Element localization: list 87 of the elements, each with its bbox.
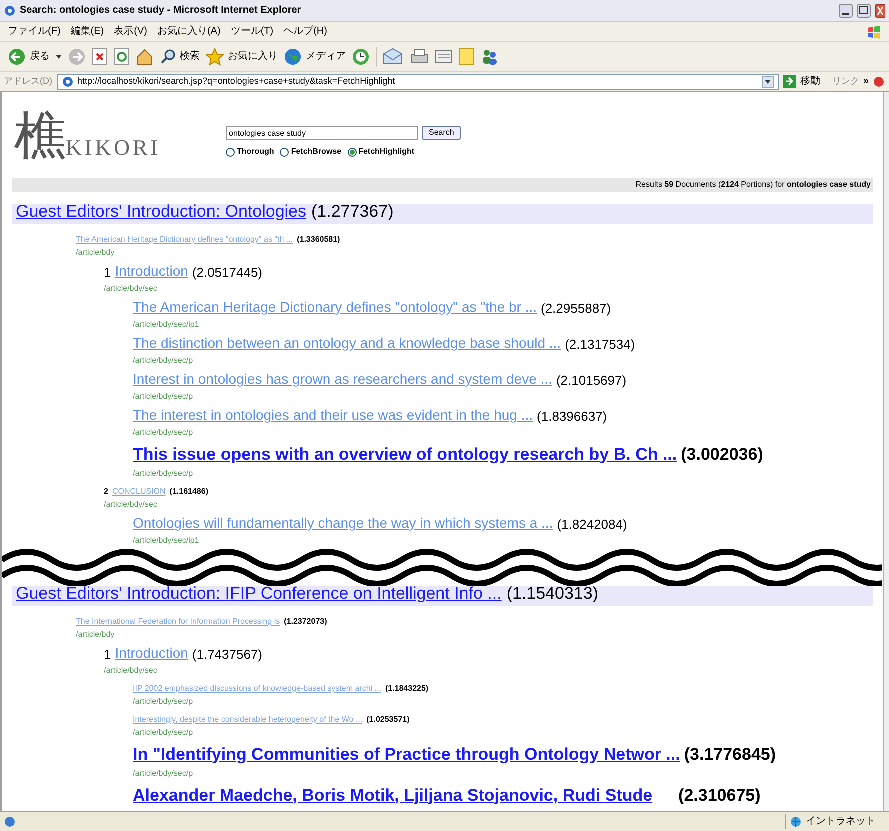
menu-item[interactable]: 表示(V) bbox=[114, 24, 148, 39]
search-icon bbox=[160, 48, 176, 64]
menu-item[interactable]: お気に入り(A) bbox=[157, 24, 221, 39]
relevance-score: (2.1015697) bbox=[556, 372, 627, 390]
relevance-score: (3.002036) bbox=[681, 444, 764, 466]
element-path: /article/bdy/sec bbox=[104, 665, 158, 677]
search-button[interactable]: 検索 bbox=[160, 48, 200, 64]
element-path: /article/bdy/sec/p bbox=[133, 768, 194, 780]
relevance-score: (1.1540313) bbox=[506, 582, 598, 604]
more-links-button[interactable]: » bbox=[863, 74, 869, 89]
relevance-score: (1.7437567) bbox=[192, 646, 263, 664]
relevance-score: (1.8242084) bbox=[557, 516, 628, 534]
star-icon bbox=[206, 48, 224, 66]
printer-icon[interactable] bbox=[411, 48, 429, 66]
logo-mark: 樵 bbox=[14, 110, 66, 166]
menu-item[interactable]: ツール(T) bbox=[230, 24, 274, 39]
relevance-score: (1.2372073) bbox=[284, 616, 328, 628]
element-path: /article/bdy/sec/ip1 bbox=[133, 319, 200, 331]
section-number: 1 bbox=[104, 646, 112, 664]
home-icon[interactable] bbox=[136, 48, 154, 66]
relevance-score: (2.310675) bbox=[678, 784, 761, 806]
relevance-score: (1.277367) bbox=[312, 200, 394, 222]
media-button[interactable]: メディア bbox=[284, 48, 346, 66]
mode-radio[interactable]: Thorough bbox=[226, 146, 274, 158]
result-link[interactable]: This issue opens with an overview of ontology research by B. Ch ... bbox=[133, 442, 678, 467]
result-link[interactable]: In "Identifying Communities of Practice through Ontology Networ ... bbox=[133, 742, 680, 767]
address-label: アドレス(D) bbox=[4, 74, 52, 88]
stop-icon[interactable] bbox=[92, 48, 108, 66]
element-path: /article/bdy/sec/p bbox=[133, 696, 194, 708]
address-field[interactable]: http://localhost/kikori/search.jsp?q=ontologies+case+study&task=FetchHighlight bbox=[56, 74, 780, 90]
history-icon[interactable] bbox=[352, 48, 370, 66]
relevance-score: (1.0253571) bbox=[366, 714, 410, 726]
maximize-icon[interactable] bbox=[857, 4, 871, 18]
search-field[interactable]: ontologies case study bbox=[226, 126, 418, 140]
links-label[interactable]: リンク bbox=[832, 74, 860, 88]
document-title-link[interactable]: Guest Editors' Introduction: Ontologies bbox=[16, 198, 307, 224]
relevance-score: (3.1776845) bbox=[684, 744, 776, 766]
edit-icon[interactable] bbox=[435, 48, 453, 66]
relevance-score: (2.2955887) bbox=[541, 300, 612, 318]
favorites-button[interactable]: お気に入り bbox=[206, 48, 278, 66]
refresh-icon[interactable] bbox=[114, 48, 130, 66]
search-button[interactable]: Search bbox=[422, 126, 462, 140]
relevance-score: (1.161486) bbox=[170, 486, 208, 498]
document-title-link[interactable]: Guest Editors' Introduction: IFIP Conference on Intelligent Info ... bbox=[16, 580, 502, 606]
mode-radio[interactable]: FetchHighlight bbox=[348, 146, 415, 158]
relevance-score: (1.8396637) bbox=[537, 408, 608, 426]
section-number: 2 bbox=[104, 486, 108, 498]
dropdown-arrow-icon[interactable] bbox=[56, 54, 62, 58]
window-title: Search: ontologies case study - Microsoft Internet Explorer bbox=[20, 4, 302, 18]
menu-item[interactable]: ヘルプ(H) bbox=[284, 24, 328, 39]
mail-icon[interactable] bbox=[383, 48, 405, 66]
logo-name: KIKORI bbox=[66, 134, 161, 162]
element-path: /article/bdy/sec/p bbox=[133, 391, 194, 403]
relevance-score: (2.0517445) bbox=[192, 264, 263, 282]
browser-icon bbox=[4, 4, 16, 16]
element-path: /article/bdy/sec/p bbox=[133, 468, 194, 480]
page-icon bbox=[62, 76, 74, 88]
page-icon bbox=[4, 816, 16, 828]
element-path: /article/bdy bbox=[76, 629, 116, 641]
scrollbar[interactable] bbox=[883, 92, 889, 811]
menu-item[interactable]: ファイル(F) bbox=[8, 24, 61, 39]
relevance-score: (1.3360581) bbox=[297, 234, 340, 246]
toolbar-addon-icon[interactable] bbox=[873, 76, 885, 88]
people-icon[interactable] bbox=[481, 48, 499, 66]
element-path: /article/bdy/sec/p bbox=[133, 355, 194, 367]
relevance-score: (1.1843225) bbox=[385, 683, 429, 695]
element-path: /article/bdy/sec/p bbox=[133, 427, 194, 439]
mode-radio[interactable]: FetchBrowse bbox=[280, 146, 342, 158]
results-summary: Results 59 Documents (2124 Portions) for ontologies case study bbox=[636, 180, 871, 189]
windows-flag-icon bbox=[867, 24, 881, 38]
element-path: /article/bdy/sec bbox=[104, 283, 158, 295]
close-icon[interactable] bbox=[875, 4, 885, 18]
go-arrow-icon bbox=[783, 75, 796, 88]
globe-icon bbox=[284, 48, 302, 66]
zone-label: イントラネット bbox=[806, 815, 876, 829]
menu-item[interactable]: 編集(E) bbox=[70, 24, 104, 39]
relevance-score: (2.1317534) bbox=[565, 336, 636, 354]
result-link[interactable]: Alexander Maedche, Boris Motik, Ljiljana Stojanovic, Rudi Stude bbox=[133, 782, 653, 808]
go-button[interactable]: 移動 bbox=[783, 74, 820, 89]
element-path: /article/bdy/sec bbox=[104, 499, 158, 511]
minimize-icon[interactable] bbox=[839, 4, 853, 18]
globe-icon bbox=[790, 816, 802, 828]
element-path: /article/bdy/sec/ip1 bbox=[133, 535, 200, 547]
element-path: /article/bdy bbox=[76, 247, 116, 259]
section-number: 1 bbox=[104, 264, 112, 282]
back-button[interactable]: 戻る bbox=[8, 48, 50, 66]
element-path: /article/bdy/sec/p bbox=[133, 727, 194, 739]
